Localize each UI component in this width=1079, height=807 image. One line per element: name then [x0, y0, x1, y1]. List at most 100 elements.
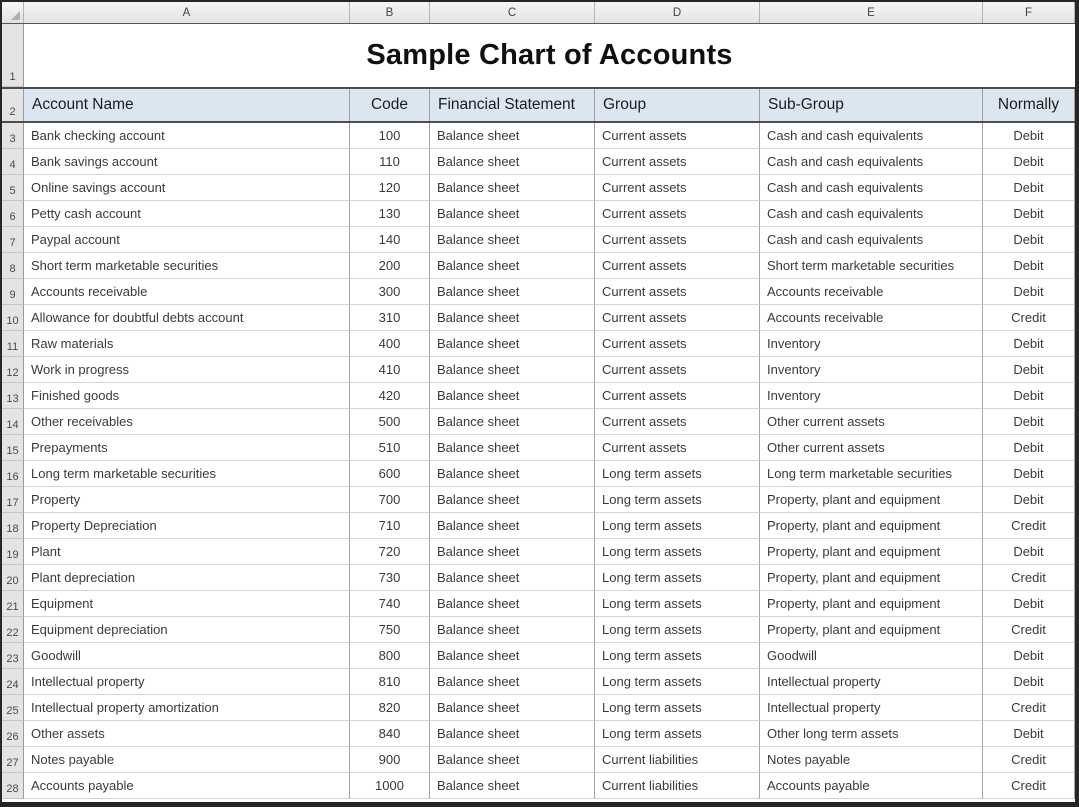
- cell-account-name[interactable]: Bank checking account: [24, 123, 350, 149]
- cell-normally[interactable]: Credit: [983, 747, 1075, 773]
- header-sub-group[interactable]: Sub-Group: [760, 89, 983, 121]
- cell-group[interactable]: Current assets: [595, 409, 760, 435]
- cell-code[interactable]: 730: [350, 565, 430, 591]
- cell-normally[interactable]: Debit: [983, 279, 1075, 305]
- cell-account-name[interactable]: Plant: [24, 539, 350, 565]
- cell-financial-statement[interactable]: Balance sheet: [430, 331, 595, 357]
- column-letter[interactable]: E: [760, 2, 983, 23]
- cell-group[interactable]: Current assets: [595, 279, 760, 305]
- cell-financial-statement[interactable]: Balance sheet: [430, 305, 595, 331]
- cell-group[interactable]: Current assets: [595, 149, 760, 175]
- cell-account-name[interactable]: Goodwill: [24, 643, 350, 669]
- cell-code[interactable]: 720: [350, 539, 430, 565]
- cell-account-name[interactable]: Allowance for doubtful debts account: [24, 305, 350, 331]
- cell-financial-statement[interactable]: Balance sheet: [430, 487, 595, 513]
- cell-sub-group[interactable]: Property, plant and equipment: [760, 487, 983, 513]
- cell-sub-group[interactable]: Other long term assets: [760, 721, 983, 747]
- cell-code[interactable]: 1000: [350, 773, 430, 799]
- cell-sub-group[interactable]: Cash and cash equivalents: [760, 175, 983, 201]
- cell-financial-statement[interactable]: Balance sheet: [430, 539, 595, 565]
- row-number[interactable]: 7: [2, 227, 24, 253]
- cell-sub-group[interactable]: Accounts receivable: [760, 305, 983, 331]
- cell-financial-statement[interactable]: Balance sheet: [430, 669, 595, 695]
- cell-code[interactable]: 900: [350, 747, 430, 773]
- header-group[interactable]: Group: [595, 89, 760, 121]
- cell-financial-statement[interactable]: Balance sheet: [430, 591, 595, 617]
- cell-financial-statement[interactable]: Balance sheet: [430, 149, 595, 175]
- cell-group[interactable]: Current assets: [595, 305, 760, 331]
- row-number[interactable]: 2: [2, 89, 24, 121]
- row-number[interactable]: 15: [2, 435, 24, 461]
- cell-sub-group[interactable]: Inventory: [760, 383, 983, 409]
- row-number[interactable]: 5: [2, 175, 24, 201]
- cell-financial-statement[interactable]: Balance sheet: [430, 409, 595, 435]
- cell-account-name[interactable]: Accounts payable: [24, 773, 350, 799]
- cell-account-name[interactable]: Paypal account: [24, 227, 350, 253]
- cell-sub-group[interactable]: Cash and cash equivalents: [760, 201, 983, 227]
- column-letter[interactable]: F: [983, 2, 1075, 23]
- select-all-corner[interactable]: [2, 2, 24, 23]
- row-number[interactable]: 24: [2, 669, 24, 695]
- row-number[interactable]: 18: [2, 513, 24, 539]
- cell-financial-statement[interactable]: Balance sheet: [430, 123, 595, 149]
- cell-normally[interactable]: Debit: [983, 357, 1075, 383]
- cell-group[interactable]: Current liabilities: [595, 747, 760, 773]
- cell-group[interactable]: Current assets: [595, 227, 760, 253]
- cell-code[interactable]: 840: [350, 721, 430, 747]
- cell-normally[interactable]: Debit: [983, 721, 1075, 747]
- cell-group[interactable]: Current assets: [595, 201, 760, 227]
- cell-group[interactable]: Long term assets: [595, 669, 760, 695]
- cell-financial-statement[interactable]: Balance sheet: [430, 175, 595, 201]
- cell-sub-group[interactable]: Short term marketable securities: [760, 253, 983, 279]
- cell-code[interactable]: 120: [350, 175, 430, 201]
- cell-code[interactable]: 810: [350, 669, 430, 695]
- cell-sub-group[interactable]: Accounts receivable: [760, 279, 983, 305]
- cell-account-name[interactable]: Accounts receivable: [24, 279, 350, 305]
- cell-code[interactable]: 420: [350, 383, 430, 409]
- cell-code[interactable]: 750: [350, 617, 430, 643]
- cell-code[interactable]: 130: [350, 201, 430, 227]
- cell-financial-statement[interactable]: Balance sheet: [430, 227, 595, 253]
- cell-normally[interactable]: Debit: [983, 149, 1075, 175]
- cell-financial-statement[interactable]: Balance sheet: [430, 643, 595, 669]
- row-number[interactable]: 21: [2, 591, 24, 617]
- cell-account-name[interactable]: Other receivables: [24, 409, 350, 435]
- column-letter[interactable]: A: [24, 2, 350, 23]
- cell-code[interactable]: 200: [350, 253, 430, 279]
- header-financial-statement[interactable]: Financial Statement: [430, 89, 595, 121]
- cell-sub-group[interactable]: Intellectual property: [760, 695, 983, 721]
- cell-group[interactable]: Long term assets: [595, 565, 760, 591]
- cell-group[interactable]: Long term assets: [595, 487, 760, 513]
- row-number[interactable]: 10: [2, 305, 24, 331]
- cell-code[interactable]: 300: [350, 279, 430, 305]
- cell-group[interactable]: Long term assets: [595, 461, 760, 487]
- cell-group[interactable]: Current assets: [595, 383, 760, 409]
- cell-group[interactable]: Current assets: [595, 357, 760, 383]
- cell-sub-group[interactable]: Property, plant and equipment: [760, 539, 983, 565]
- row-number[interactable]: 26: [2, 721, 24, 747]
- cell-code[interactable]: 800: [350, 643, 430, 669]
- cell-code[interactable]: 820: [350, 695, 430, 721]
- cell-normally[interactable]: Credit: [983, 773, 1075, 799]
- cell-financial-statement[interactable]: Balance sheet: [430, 513, 595, 539]
- cell-code[interactable]: 140: [350, 227, 430, 253]
- cell-normally[interactable]: Credit: [983, 513, 1075, 539]
- cell-account-name[interactable]: Online savings account: [24, 175, 350, 201]
- cell-account-name[interactable]: Short term marketable securities: [24, 253, 350, 279]
- cell-account-name[interactable]: Raw materials: [24, 331, 350, 357]
- row-number[interactable]: 3: [2, 123, 24, 149]
- row-number[interactable]: 16: [2, 461, 24, 487]
- row-number[interactable]: 27: [2, 747, 24, 773]
- row-number[interactable]: 19: [2, 539, 24, 565]
- cell-financial-statement[interactable]: Balance sheet: [430, 435, 595, 461]
- cell-sub-group[interactable]: Inventory: [760, 357, 983, 383]
- cell-normally[interactable]: Credit: [983, 695, 1075, 721]
- cell-group[interactable]: Current assets: [595, 123, 760, 149]
- cell-financial-statement[interactable]: Balance sheet: [430, 383, 595, 409]
- cell-normally[interactable]: Debit: [983, 175, 1075, 201]
- cell-account-name[interactable]: Property: [24, 487, 350, 513]
- header-normally[interactable]: Normally: [983, 89, 1075, 121]
- cell-account-name[interactable]: Plant depreciation: [24, 565, 350, 591]
- cell-sub-group[interactable]: Long term marketable securities: [760, 461, 983, 487]
- cell-normally[interactable]: Debit: [983, 487, 1075, 513]
